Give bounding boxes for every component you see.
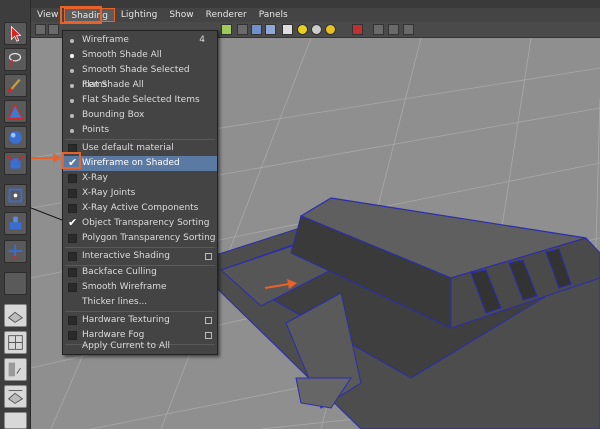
menu-item-object-transparency-sorting[interactable]: ✔ Object Transparency Sorting	[63, 216, 217, 231]
manipulator-icon[interactable]	[4, 184, 27, 207]
menu-item-smooth-shade-all[interactable]: Smooth Shade All	[63, 48, 217, 63]
layout-extra-icon[interactable]	[4, 412, 27, 429]
select-arrow-icon[interactable]	[4, 22, 27, 45]
camera-icon[interactable]	[35, 24, 46, 35]
layout-four-icon[interactable]	[4, 331, 27, 354]
menu-separator	[65, 247, 215, 248]
menu-item-smooth-wireframe[interactable]: Smooth Wireframe	[63, 280, 217, 295]
menu-renderer[interactable]: Renderer	[200, 8, 253, 22]
wireframe-cube-icon[interactable]	[237, 24, 248, 35]
xray-components-icon[interactable]	[403, 24, 414, 35]
move-icon[interactable]	[4, 100, 27, 123]
title-strip	[31, 0, 600, 8]
menu-item-flat-shade-selected[interactable]: Flat Shade Selected Items	[63, 93, 217, 108]
joint-icon[interactable]	[4, 212, 27, 235]
shading-menu-highlight	[60, 6, 102, 24]
menu-item-interactive-shading[interactable]: Interactive Shading	[63, 249, 217, 264]
ao-icon[interactable]	[325, 24, 336, 35]
checkmark-icon: ✔	[68, 216, 78, 229]
menu-lighting[interactable]: Lighting	[115, 8, 163, 22]
isolate-icon[interactable]	[352, 24, 363, 35]
xray-icon[interactable]	[373, 24, 384, 35]
radio-icon	[70, 69, 74, 73]
lights-icon[interactable]	[297, 24, 308, 35]
layout-persp-graph-icon[interactable]	[4, 358, 27, 381]
radio-icon	[70, 114, 74, 118]
grid-toggle-icon[interactable]	[221, 24, 232, 35]
toolbox	[0, 0, 31, 429]
menu-item-smooth-shade-selected[interactable]: Smooth Shade Selected Items	[63, 63, 217, 90]
panel-menubar: View Shading Lighting Show Renderer Pane…	[31, 8, 600, 22]
shadows-icon[interactable]	[311, 24, 322, 35]
menu-item-points[interactable]: Points	[63, 123, 217, 138]
checkbox-icon	[68, 174, 77, 183]
checkbox-icon	[68, 283, 77, 292]
checkbox-icon	[68, 252, 77, 261]
arrow-annotation	[31, 153, 61, 163]
menu-item-thicker-lines[interactable]: Thicker lines...	[63, 295, 217, 310]
option-box-icon[interactable]	[205, 332, 212, 339]
radio-icon	[70, 129, 74, 133]
bookmark-icon[interactable]	[48, 24, 59, 35]
checkbox-highlight	[62, 152, 81, 169]
menu-item-polygon-transparency-sorting[interactable]: Polygon Transparency Sorting	[63, 231, 217, 246]
radio-icon	[70, 84, 74, 88]
menu-item-wireframe[interactable]: Wireframe 4	[63, 33, 217, 48]
layout-outliner-icon[interactable]	[4, 385, 27, 408]
checkbox-icon	[68, 189, 77, 198]
xray-joints-icon[interactable]	[388, 24, 399, 35]
menu-separator	[65, 139, 215, 140]
blank-tool-icon[interactable]	[4, 272, 27, 295]
menu-item-flat-shade-all[interactable]: Flat Shade All	[63, 78, 217, 93]
option-box-icon[interactable]	[205, 253, 212, 260]
radio-selected-icon	[70, 54, 74, 58]
menu-panels[interactable]: Panels	[253, 8, 294, 22]
lasso-icon[interactable]	[4, 48, 27, 71]
menu-show[interactable]: Show	[163, 8, 199, 22]
smooth-cube-icon[interactable]	[251, 24, 262, 35]
menu-separator	[65, 311, 215, 312]
radio-icon	[70, 39, 74, 43]
checkbox-icon	[68, 204, 77, 213]
checker-icon[interactable]	[282, 24, 293, 35]
menu-item-xray[interactable]: X-Ray	[63, 171, 217, 186]
rotate-icon[interactable]	[4, 126, 27, 149]
menu-item-xray-active-components[interactable]: X-Ray Active Components	[63, 201, 217, 216]
radio-icon	[70, 99, 74, 103]
layout-single-icon[interactable]	[4, 304, 27, 327]
menu-item-xray-joints[interactable]: X-Ray Joints	[63, 186, 217, 201]
cursor-icon[interactable]	[4, 240, 27, 263]
shading-menu: Wireframe 4 Smooth Shade All Smooth Shad…	[62, 30, 218, 355]
menu-item-wireframe-on-shaded[interactable]: ✔ Wireframe on Shaded	[63, 156, 217, 171]
checkbox-icon	[68, 316, 77, 325]
menu-item-use-default-material[interactable]: Use default material	[63, 141, 217, 156]
textured-cube-icon[interactable]	[265, 24, 276, 35]
paint-brush-icon[interactable]	[4, 74, 27, 97]
checkbox-icon	[68, 234, 77, 243]
menu-item-hardware-texturing[interactable]: Hardware Texturing	[63, 313, 217, 328]
checkbox-icon	[68, 268, 77, 277]
scale-icon[interactable]	[4, 152, 27, 175]
menu-item-bounding-box[interactable]: Bounding Box	[63, 108, 217, 123]
menu-item-backface-culling[interactable]: Backface Culling	[63, 265, 217, 280]
menu-item-apply-current-to-all[interactable]: Apply Current to All	[63, 339, 217, 354]
option-box-icon[interactable]	[205, 317, 212, 324]
